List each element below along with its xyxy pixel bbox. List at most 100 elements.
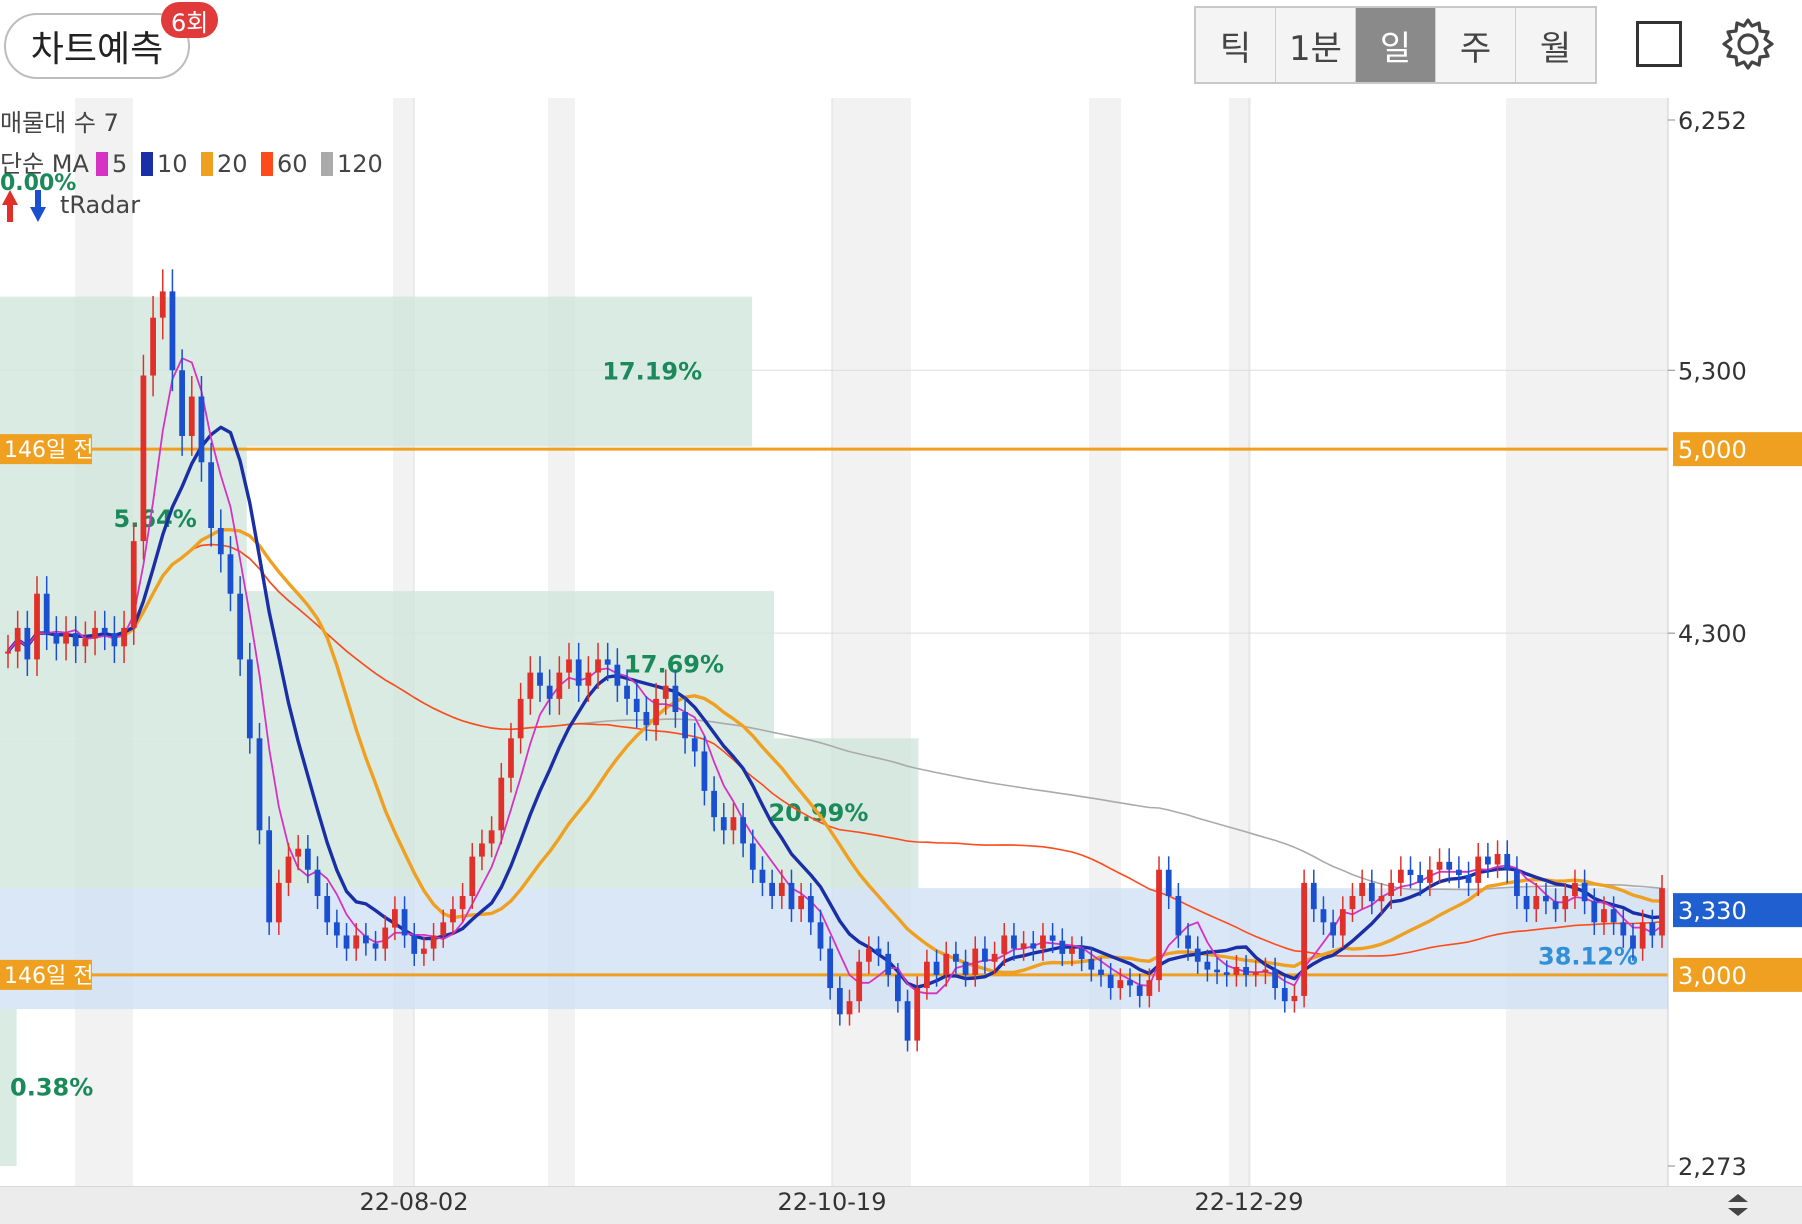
candle-body	[856, 961, 863, 1002]
candle-body	[1620, 922, 1627, 936]
legend-ma-swatch	[321, 152, 333, 176]
period-tab-tick[interactable]: 틱	[1196, 8, 1276, 82]
candle-body	[150, 317, 156, 376]
period-tab-week[interactable]: 주	[1436, 8, 1516, 82]
candle-body	[1127, 980, 1133, 986]
legend-ma-period: 120	[337, 150, 383, 178]
candle-body	[1185, 935, 1191, 949]
period-tab-day[interactable]: 일	[1356, 8, 1436, 82]
candle-body	[101, 627, 108, 634]
candle-body	[1223, 972, 1230, 975]
gear-icon[interactable]	[1720, 16, 1776, 72]
candle-body	[1117, 980, 1124, 989]
candle-body	[1446, 861, 1453, 870]
candle-body	[1630, 935, 1636, 949]
candle-body	[924, 961, 930, 989]
candle-body	[111, 633, 118, 647]
candle-body	[885, 953, 892, 975]
period-selector: 틱 1분 일 주 월	[1194, 6, 1597, 84]
candle-body	[1146, 980, 1153, 996]
candle-body	[1475, 856, 1482, 883]
candle-body	[1504, 853, 1511, 870]
candle-body	[401, 909, 408, 936]
legend-ma-period: 60	[277, 150, 308, 178]
period-tab-month[interactable]: 월	[1516, 8, 1595, 82]
candle-body	[1301, 882, 1308, 996]
candle-body	[633, 698, 640, 713]
period-stripe	[1121, 98, 1229, 1186]
candle-body	[711, 790, 717, 818]
volume-profile-pct: 17.69%	[624, 651, 724, 679]
scroll-handle-icon[interactable]	[1726, 1192, 1750, 1218]
candle-body	[604, 659, 611, 665]
candle-body	[159, 291, 166, 318]
candle-body	[1533, 896, 1540, 910]
candle-body	[1243, 966, 1249, 975]
candle-body	[566, 659, 572, 673]
candle-body	[1485, 856, 1491, 865]
candle-body	[362, 935, 369, 944]
legend-volume-profile-count: 매물대 수 7	[0, 109, 119, 137]
candle-body	[546, 685, 553, 699]
candle-body	[759, 869, 766, 883]
candle-body	[614, 664, 621, 686]
candle-body	[798, 896, 805, 910]
period-stripe	[911, 98, 1089, 1186]
candle-body	[1156, 869, 1162, 981]
candle	[1301, 869, 1308, 1008]
candle-body	[343, 935, 350, 949]
candle-body	[1455, 869, 1462, 875]
legend-radar-label: tRadar	[60, 191, 140, 219]
candle-body	[1436, 861, 1443, 870]
candle-body	[953, 953, 959, 962]
candle-body	[1649, 922, 1656, 936]
period-stripe	[1251, 98, 1506, 1186]
y-tick-label: 6,252	[1678, 107, 1747, 135]
candle-body	[53, 633, 60, 644]
candle-body	[991, 953, 998, 962]
candle-body	[836, 988, 843, 1015]
candle-body	[1069, 948, 1075, 954]
candle-body	[1388, 882, 1395, 897]
candle-body	[914, 988, 921, 1041]
candle-body	[1011, 935, 1017, 949]
square-icon[interactable]	[1636, 21, 1682, 67]
candle-body	[1659, 888, 1665, 936]
period-tab-1min[interactable]: 1분	[1276, 8, 1356, 82]
current-price-label: 3,330	[1678, 897, 1747, 925]
candle-body	[372, 943, 379, 949]
candle-body	[1204, 961, 1211, 970]
candle-body	[846, 1001, 853, 1015]
candle-body	[1291, 995, 1298, 1002]
candle-body	[1359, 882, 1366, 897]
candle-body	[1165, 869, 1172, 897]
candle-body	[1078, 948, 1085, 960]
y-tick-label: 4,300	[1678, 620, 1747, 648]
candle-body	[1378, 896, 1385, 902]
candle	[1156, 856, 1162, 992]
candle-body	[575, 659, 582, 686]
legend-ma-swatch	[141, 152, 153, 176]
candle-body	[285, 856, 292, 883]
x-tick-label: 22-12-29	[1194, 1188, 1304, 1216]
candle-body	[1349, 896, 1356, 910]
candle-body	[459, 896, 466, 910]
candle-body	[1407, 869, 1414, 875]
candle-body	[788, 882, 795, 910]
candle-body	[865, 948, 872, 962]
candle-body	[411, 935, 418, 954]
candle-body	[1281, 988, 1288, 1002]
candle-body	[246, 659, 253, 739]
volume-profile-bar	[0, 888, 1668, 1010]
candle-body	[643, 712, 650, 726]
x-axis-bar	[0, 1186, 1802, 1224]
candle-body	[537, 672, 543, 686]
candle-body	[1514, 869, 1520, 897]
candle-body	[1098, 969, 1104, 975]
candle-body	[595, 659, 601, 673]
candle-body	[295, 848, 302, 857]
candle-body	[933, 961, 940, 975]
candle-body	[266, 830, 273, 923]
candle-body	[1426, 869, 1433, 883]
chart-area[interactable]: 17.19%5.64%17.69%20.99%38.12%0.38% 146일 …	[0, 98, 1802, 1186]
